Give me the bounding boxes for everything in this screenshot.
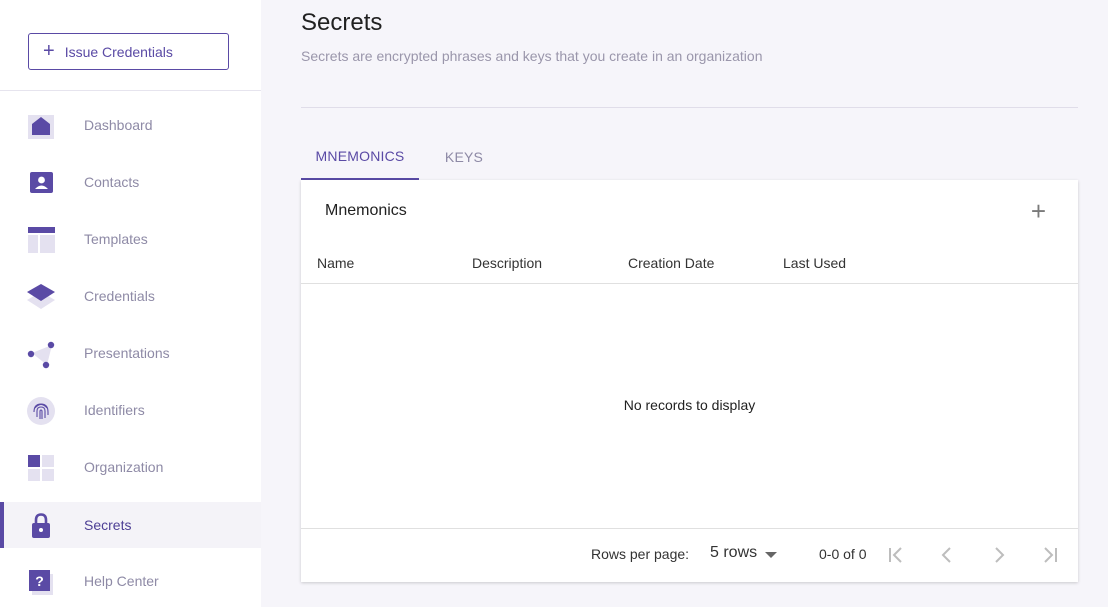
sidebar: + Issue Credentials Dashboard Contacts T… xyxy=(0,0,261,607)
fingerprint-icon xyxy=(27,397,55,425)
last-page-icon[interactable] xyxy=(1037,542,1063,568)
first-page-icon[interactable] xyxy=(883,542,909,568)
tab-mnemonics[interactable]: MNEMONICS xyxy=(301,134,419,180)
sidebar-item-label: Templates xyxy=(84,231,148,247)
sidebar-item-presentations[interactable]: Presentations xyxy=(0,330,261,376)
presentations-icon xyxy=(27,341,55,369)
issue-credentials-label: Issue Credentials xyxy=(64,43,173,60)
add-mnemonic-button[interactable]: + xyxy=(1031,198,1046,224)
empty-state-text: No records to display xyxy=(623,397,756,413)
sidebar-divider xyxy=(0,90,261,91)
plus-icon: + xyxy=(43,39,55,62)
mnemonics-table-card: Mnemonics + Name Description Creation Da… xyxy=(301,180,1078,582)
dropdown-caret-icon xyxy=(765,551,778,558)
rows-per-page-select[interactable]: 5 rows xyxy=(710,544,778,562)
help-icon: ? xyxy=(29,570,53,595)
rows-per-page-label: Rows per page: xyxy=(591,546,690,562)
tab-keys[interactable]: KEYS xyxy=(419,134,509,180)
table-header-divider xyxy=(301,283,1078,284)
sidebar-item-label: Identifiers xyxy=(84,402,145,418)
sidebar-item-credentials[interactable]: Credentials xyxy=(0,273,261,319)
issue-credentials-button[interactable]: + Issue Credentials xyxy=(28,33,229,70)
column-header-name[interactable]: Name xyxy=(317,255,354,271)
sidebar-item-templates[interactable]: Templates xyxy=(0,216,261,262)
sidebar-item-organization[interactable]: Organization xyxy=(0,444,261,490)
header-divider xyxy=(301,107,1078,108)
sidebar-item-help-center[interactable]: ? Help Center xyxy=(0,558,261,604)
credentials-icon xyxy=(27,284,55,309)
column-header-creation-date[interactable]: Creation Date xyxy=(628,255,714,271)
sidebar-item-identifiers[interactable]: Identifiers xyxy=(0,387,261,433)
sidebar-item-secrets[interactable]: Secrets xyxy=(0,502,261,548)
sidebar-item-label: Organization xyxy=(84,459,164,475)
sidebar-item-contacts[interactable]: Contacts xyxy=(0,159,261,205)
column-header-last-used[interactable]: Last Used xyxy=(783,255,846,271)
page-title: Secrets xyxy=(301,9,383,36)
table-footer-divider xyxy=(301,528,1078,529)
sidebar-item-label: Contacts xyxy=(84,174,140,190)
sidebar-item-dashboard[interactable]: Dashboard xyxy=(0,102,261,148)
sidebar-item-label: Credentials xyxy=(84,288,155,304)
dashboard-icon xyxy=(28,115,54,139)
contacts-icon xyxy=(30,172,53,193)
organization-icon xyxy=(28,455,54,481)
next-page-icon[interactable] xyxy=(986,542,1012,568)
pagination-range: 0-0 of 0 xyxy=(819,546,867,562)
svg-text:?: ? xyxy=(35,573,44,589)
table-title: Mnemonics xyxy=(325,202,407,219)
sidebar-item-label: Presentations xyxy=(84,345,170,361)
lock-icon xyxy=(32,513,50,538)
sidebar-item-label: Secrets xyxy=(84,517,132,533)
templates-icon xyxy=(28,227,55,253)
page-subtitle: Secrets are encrypted phrases and keys t… xyxy=(301,48,763,64)
rows-per-page-value: 5 rows xyxy=(710,544,758,561)
column-header-description[interactable]: Description xyxy=(472,255,542,271)
sidebar-item-label: Help Center xyxy=(84,573,159,589)
sidebar-item-label: Dashboard xyxy=(84,117,153,133)
previous-page-icon[interactable] xyxy=(934,542,960,568)
